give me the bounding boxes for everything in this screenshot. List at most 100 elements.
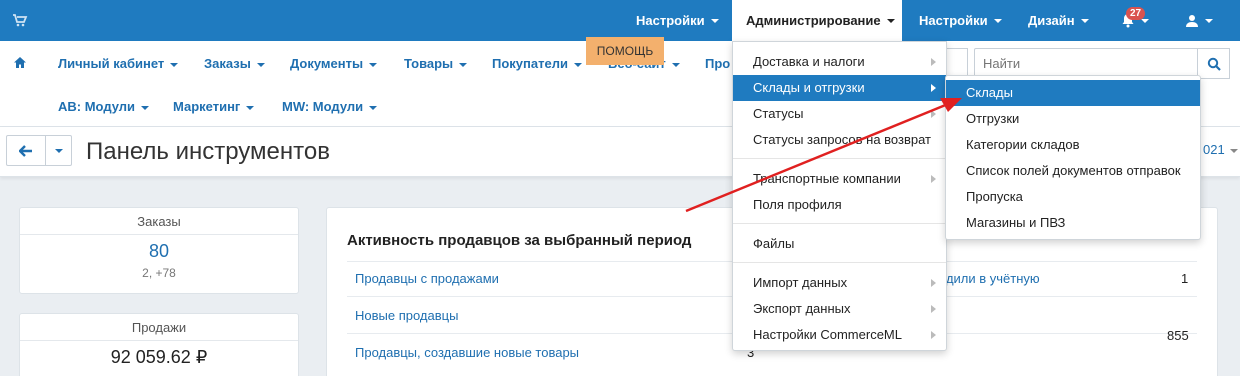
chevron-right-icon — [931, 84, 936, 92]
search-button[interactable] — [1197, 48, 1230, 79]
submenu-item-passes[interactable]: Пропуска — [946, 184, 1200, 210]
arrow-left-icon — [19, 145, 32, 157]
nav-item-label: Товары — [404, 56, 454, 71]
vendors-registered-value: 1 — [1181, 271, 1189, 286]
cart-icon[interactable] — [12, 12, 28, 28]
nav-item-label: Про — [705, 56, 731, 71]
nav-item-label: MW: Модули — [282, 99, 364, 114]
chevron-right-icon — [931, 279, 936, 287]
submenu-item-stores-pickup-points[interactable]: Магазины и ПВЗ — [946, 210, 1200, 236]
menu-item-profile-fields[interactable]: Поля профиля — [733, 192, 946, 218]
back-button[interactable] — [6, 135, 46, 166]
help-button[interactable]: ПОМОЩЬ — [586, 37, 664, 65]
vendors-new-products-link[interactable]: Продавцы, создавшие новые товары — [355, 345, 579, 360]
new-vendors-link[interactable]: Новые продавцы — [355, 308, 458, 323]
vendors-products-total: 855 — [1167, 328, 1189, 343]
chevron-right-icon — [931, 175, 936, 183]
period-selector[interactable]: 021 — [1203, 142, 1238, 157]
user-menu-button[interactable] — [1185, 0, 1213, 41]
chevron-down-icon — [369, 62, 378, 67]
chevron-down-icon — [1080, 18, 1089, 23]
menu-divider — [733, 262, 946, 263]
nav-item-label: Документы — [290, 56, 364, 71]
topnav-design[interactable]: Дизайн — [1028, 0, 1089, 41]
menu-item-label: Импорт данных — [753, 275, 848, 290]
chevron-down-icon — [1205, 18, 1213, 23]
chevron-down-icon — [1141, 18, 1149, 23]
administration-dropdown-menu: Доставка и налоги Склады и отгрузки Стат… — [732, 41, 947, 351]
nav-item-mw-modules[interactable]: MW: Модули — [282, 99, 378, 114]
chevron-down-icon — [710, 18, 719, 23]
menu-item-label: Доставка и налоги — [753, 54, 865, 69]
topnav-settings[interactable]: Настройки — [636, 0, 719, 41]
notification-count-badge: 27 — [1126, 7, 1146, 20]
nav-item-personal-account[interactable]: Личный кабинет — [58, 56, 179, 71]
chevron-down-icon — [573, 62, 582, 67]
menu-item-transport-companies[interactable]: Транспортные компании — [733, 166, 946, 192]
menu-item-export-data[interactable]: Экспорт данных — [733, 296, 946, 322]
nav-item-label: Заказы — [204, 56, 251, 71]
menu-item-return-statuses[interactable]: Статусы запросов на возврат — [733, 127, 946, 153]
menu-item-label: Статусы запросов на возврат — [753, 132, 931, 147]
sales-value: 92 059.62 ₽ — [110, 347, 208, 367]
submenu-item-warehouses[interactable]: Склады — [946, 80, 1200, 106]
search-icon — [1207, 57, 1221, 71]
nav-item-label: Личный кабинет — [58, 56, 165, 71]
submenu-item-shipments[interactable]: Отгрузки — [946, 106, 1200, 132]
submenu-item-warehouse-categories[interactable]: Категории складов — [946, 132, 1200, 158]
menu-divider — [733, 158, 946, 159]
nav-item-documents[interactable]: Документы — [290, 56, 378, 71]
orders-count-link[interactable]: 80 — [20, 241, 298, 262]
sales-card: Продажи 92 059.62 ₽ — [19, 313, 299, 376]
nav-item-partial[interactable]: Про — [705, 56, 730, 71]
user-icon — [1186, 14, 1198, 27]
menu-item-warehouses-shipments[interactable]: Склады и отгрузки — [733, 75, 946, 101]
topnav-settings-2[interactable]: Настройки — [919, 0, 1002, 41]
chevron-right-icon — [931, 305, 936, 313]
orders-card: Заказы 80 2, +78 — [19, 207, 299, 294]
topnav-settings-label: Настройки — [636, 13, 705, 28]
nav-item-marketing[interactable]: Маркетинг — [173, 99, 255, 114]
nav-item-label: Покупатели — [492, 56, 568, 71]
home-icon[interactable] — [13, 56, 27, 69]
menu-item-files[interactable]: Файлы — [733, 231, 946, 257]
menu-item-import-data[interactable]: Импорт данных — [733, 270, 946, 296]
vendors-registered-link[interactable]: одили в учётную — [939, 271, 1040, 286]
menu-item-label: Транспортные компании — [753, 171, 901, 186]
chevron-right-icon — [931, 58, 936, 66]
nav-item-customers[interactable]: Покупатели — [492, 56, 582, 71]
nav-item-label: Маркетинг — [173, 99, 241, 114]
chevron-down-icon — [246, 105, 255, 110]
topnav-administration-label: Администрирование — [746, 13, 881, 28]
chevron-down-icon — [256, 62, 265, 67]
page-title: Панель инструментов — [86, 138, 330, 165]
menu-item-label: Статусы — [753, 106, 804, 121]
menu-item-label: Экспорт данных — [753, 301, 851, 316]
menu-item-label: Файлы — [753, 236, 795, 251]
menu-item-statuses[interactable]: Статусы — [733, 101, 946, 127]
sales-label: Продажи — [131, 320, 187, 335]
submenu-item-shipment-doc-fields[interactable]: Список полей документов отправок — [946, 158, 1200, 184]
period-label: 021 — [1203, 142, 1225, 157]
chevron-down-icon — [170, 62, 179, 67]
menu-divider — [733, 223, 946, 224]
vendors-with-sales-link[interactable]: Продавцы с продажами — [355, 271, 499, 286]
menu-item-shipping-taxes[interactable]: Доставка и налоги — [733, 49, 946, 75]
nav-item-orders[interactable]: Заказы — [204, 56, 265, 71]
menu-item-label: Склады и отгрузки — [753, 80, 865, 95]
menu-item-commerceml-settings[interactable]: Настройки CommerceML — [733, 322, 946, 348]
topnav-settings-2-label: Настройки — [919, 13, 988, 28]
back-history-dropdown[interactable] — [45, 135, 72, 166]
nav-item-products[interactable]: Товары — [404, 56, 468, 71]
menu-item-label: Поля профиля — [753, 197, 842, 212]
warehouses-submenu: Склады Отгрузки Категории складов Список… — [945, 75, 1201, 240]
orders-sub: 2, +78 — [142, 266, 176, 280]
nav-item-label: AB: Модули — [58, 99, 136, 114]
nav-item-ab-modules[interactable]: AB: Модули — [58, 99, 150, 114]
chevron-down-icon — [1229, 148, 1238, 153]
orders-label: Заказы — [137, 214, 181, 229]
panel-title: Активность продавцов за выбранный период — [347, 232, 692, 249]
chevron-down-icon — [141, 105, 150, 110]
topnav-administration[interactable]: Администрирование — [732, 0, 902, 41]
chevron-down-icon — [55, 149, 63, 153]
